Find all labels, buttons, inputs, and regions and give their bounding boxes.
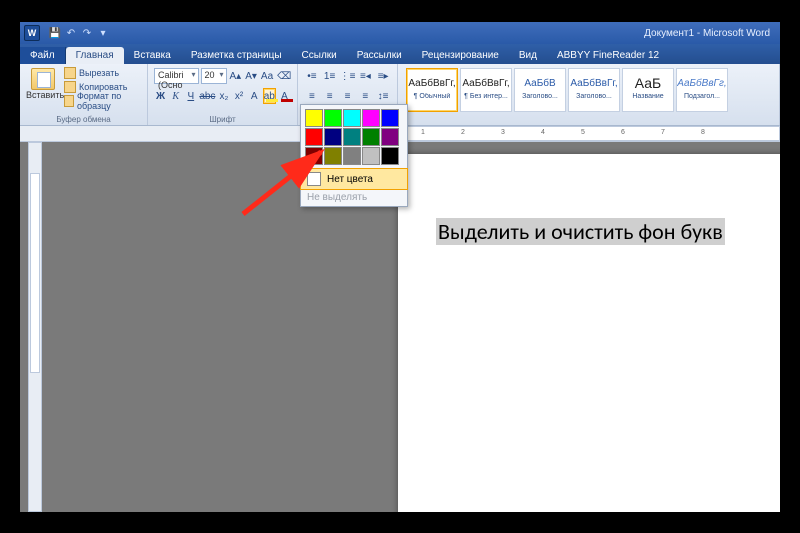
font-color-button[interactable]: A	[278, 88, 291, 104]
multilevel-button[interactable]: ⋮≡	[340, 68, 356, 84]
subscript-button[interactable]: x₂	[217, 88, 230, 104]
increase-indent-button[interactable]: ≡▸	[375, 68, 391, 84]
ribbon-tabs: Файл Главная Вставка Разметка страницы С…	[20, 44, 780, 64]
color-swatch[interactable]	[343, 128, 361, 146]
align-left-button[interactable]: ≡	[304, 88, 320, 104]
bold-button[interactable]: Ж	[154, 88, 167, 104]
qat-more-icon[interactable]: ▾	[96, 26, 110, 40]
group-styles: АаБбВвГг,¶ Обычный АаБбВвГг,¶ Без интер.…	[398, 64, 780, 125]
style-heading2[interactable]: АаБбВвГг,Заголово...	[568, 68, 620, 112]
window-title: Документ1 - Microsoft Word	[110, 28, 780, 39]
no-color-icon	[307, 172, 321, 186]
tab-insert[interactable]: Вставка	[124, 47, 181, 64]
color-swatch[interactable]	[324, 147, 342, 165]
grow-font-button[interactable]: A▴	[229, 68, 243, 84]
color-swatch-grid	[301, 105, 407, 169]
font-color-swatch	[281, 99, 293, 102]
format-painter-icon	[64, 95, 74, 107]
group-clipboard: Вставить Вырезать Копировать Формат по о…	[20, 64, 148, 125]
color-swatch[interactable]	[343, 109, 361, 127]
style-title[interactable]: АаБНазвание	[622, 68, 674, 112]
style-normal[interactable]: АаБбВвГг,¶ Обычный	[406, 68, 458, 112]
paste-button[interactable]: Вставить	[26, 66, 60, 108]
text-effects-button[interactable]: A	[248, 88, 261, 104]
strikethrough-button[interactable]: abc	[199, 88, 215, 104]
color-swatch[interactable]	[343, 147, 361, 165]
group-label-font: Шрифт	[148, 115, 297, 124]
style-subtitle[interactable]: АаБбВвГг,Подзагол...	[676, 68, 728, 112]
tab-mailings[interactable]: Рассылки	[347, 47, 412, 64]
tab-file[interactable]: Файл	[20, 47, 66, 64]
save-icon[interactable]: 💾	[48, 26, 62, 40]
superscript-button[interactable]: x²	[233, 88, 246, 104]
color-swatch[interactable]	[305, 109, 323, 127]
paste-label: Вставить	[26, 90, 60, 100]
align-center-button[interactable]: ≡	[322, 88, 338, 104]
redo-icon[interactable]: ↷	[80, 26, 94, 40]
bullets-button[interactable]: •≡	[304, 68, 320, 84]
color-swatch[interactable]	[362, 109, 380, 127]
stop-highlighting-label: Не выделять	[307, 192, 367, 203]
style-no-spacing[interactable]: АаБбВвГг,¶ Без интер...	[460, 68, 512, 112]
color-swatch[interactable]	[324, 109, 342, 127]
color-swatch[interactable]	[362, 128, 380, 146]
font-name-combo[interactable]: Calibri (Осно	[154, 68, 199, 84]
tab-references[interactable]: Ссылки	[292, 47, 347, 64]
stop-highlighting-item[interactable]: Не выделять	[301, 189, 407, 206]
color-swatch[interactable]	[381, 128, 399, 146]
color-swatch[interactable]	[381, 147, 399, 165]
align-right-button[interactable]: ≡	[340, 88, 356, 104]
tab-page-layout[interactable]: Разметка страницы	[181, 47, 292, 64]
title-bar: W 💾 ↶ ↷ ▾ Документ1 - Microsoft Word	[20, 22, 780, 44]
vertical-ruler[interactable]	[28, 142, 42, 512]
color-swatch[interactable]	[362, 147, 380, 165]
word-icon: W	[24, 25, 40, 41]
justify-button[interactable]: ≡	[357, 88, 373, 104]
color-swatch[interactable]	[381, 109, 399, 127]
horizontal-ruler[interactable]: 1 2 3 4 5 6 7 8	[400, 126, 780, 141]
no-color-label: Нет цвета	[327, 174, 373, 185]
numbering-button[interactable]: 1≡	[322, 68, 338, 84]
color-swatch[interactable]	[305, 128, 323, 146]
quick-access-toolbar: 💾 ↶ ↷ ▾	[48, 26, 110, 40]
document-page[interactable]: Выделить и очистить фон букв	[398, 154, 780, 512]
cut-button[interactable]: Вырезать	[64, 66, 141, 80]
format-painter-button[interactable]: Формат по образцу	[64, 94, 141, 108]
undo-icon[interactable]: ↶	[64, 26, 78, 40]
highlight-color-dropdown: Нет цвета Не выделять	[300, 104, 408, 207]
change-case-button[interactable]: Aa	[260, 68, 274, 84]
shrink-font-button[interactable]: A▾	[244, 68, 258, 84]
no-color-item[interactable]: Нет цвета	[300, 168, 408, 190]
color-swatch[interactable]	[305, 147, 323, 165]
document-selected-text[interactable]: Выделить и очистить фон букв	[436, 218, 725, 245]
paste-icon	[31, 68, 55, 90]
style-heading1[interactable]: АаБбВЗаголово...	[514, 68, 566, 112]
decrease-indent-button[interactable]: ≡◂	[358, 68, 374, 84]
font-size-combo[interactable]: 20	[201, 68, 227, 84]
copy-icon	[64, 81, 76, 93]
group-label-clipboard: Буфер обмена	[20, 115, 147, 124]
tab-review[interactable]: Рецензирование	[412, 47, 509, 64]
tab-home[interactable]: Главная	[66, 47, 124, 64]
clear-formatting-button[interactable]: ⌫	[276, 68, 292, 84]
tab-abbyy[interactable]: ABBYY FineReader 12	[547, 47, 669, 64]
highlight-color-button[interactable]: ab	[263, 88, 276, 104]
group-font: Calibri (Осно 20 A▴ A▾ Aa ⌫ Ж К Ч abc x₂…	[148, 64, 298, 125]
tab-view[interactable]: Вид	[509, 47, 547, 64]
color-swatch[interactable]	[324, 128, 342, 146]
underline-button[interactable]: Ч	[184, 88, 197, 104]
italic-button[interactable]: К	[169, 88, 182, 104]
highlight-swatch	[266, 99, 278, 102]
line-spacing-button[interactable]: ↕≡	[375, 88, 391, 104]
cut-icon	[64, 67, 76, 79]
